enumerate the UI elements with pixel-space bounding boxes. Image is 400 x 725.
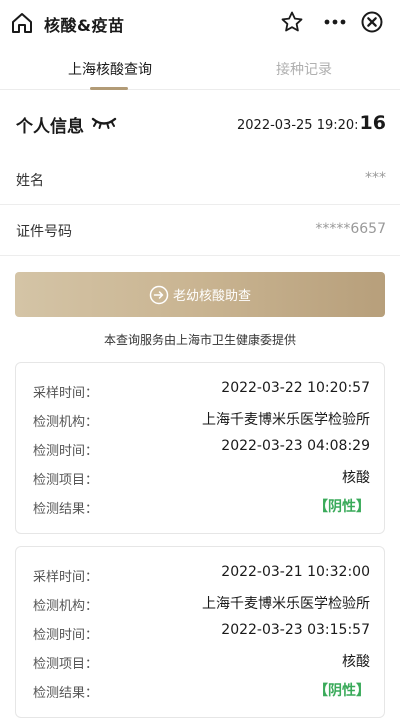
record-key: 采样时间： bbox=[33, 386, 99, 401]
active-tab-indicator bbox=[90, 87, 128, 90]
record-value: 核酸 bbox=[342, 470, 370, 486]
record-key: 检测时间： bbox=[33, 444, 99, 459]
record-value: 2022-03-23 04:08:29 bbox=[221, 438, 370, 454]
record-value: 上海千麦博米乐医学检验所 bbox=[202, 412, 370, 428]
more-icon[interactable] bbox=[322, 10, 348, 34]
record-row-institution: 检测机构： 上海千麦博米乐医学检验所 bbox=[16, 404, 386, 433]
record-value: 2022-03-21 10:32:00 bbox=[221, 564, 370, 580]
result-badge: 【阴性】 bbox=[314, 499, 370, 515]
close-icon[interactable] bbox=[360, 10, 384, 34]
personal-info-title: 个人信息 bbox=[16, 117, 84, 137]
tab-vaccination-record[interactable]: 接种记录 bbox=[276, 59, 332, 79]
test-record-card: 采样时间： 2022-03-21 10:32:00 检测机构： 上海千麦博米乐医… bbox=[15, 546, 385, 718]
current-timestamp: 2022-03-25 19:20: 16 bbox=[237, 112, 386, 134]
result-badge: 【阴性】 bbox=[314, 683, 370, 699]
record-key: 检测机构： bbox=[33, 415, 99, 430]
record-row-sample-time: 采样时间： 2022-03-21 10:32:00 bbox=[16, 559, 386, 588]
query-button-label: 老幼核酸助查 bbox=[172, 289, 251, 304]
field-value: *****6657 bbox=[315, 221, 386, 237]
record-value: 2022-03-23 03:15:57 bbox=[221, 622, 370, 638]
record-value: 上海千麦博米乐医学检验所 bbox=[202, 596, 370, 612]
app-title: 核酸&疫苗 bbox=[44, 16, 125, 35]
eye-closed-icon[interactable] bbox=[90, 113, 118, 131]
record-row-test-time: 检测时间： 2022-03-23 04:08:29 bbox=[16, 433, 386, 462]
timestamp-seconds: 16 bbox=[359, 112, 386, 134]
personal-info-header: 个人信息 2022-03-25 19:20: 16 bbox=[0, 104, 400, 140]
field-value: *** bbox=[365, 170, 386, 186]
record-key: 检测时间： bbox=[33, 628, 99, 643]
provider-note: 本查询服务由上海市卫生健康委提供 bbox=[103, 333, 296, 347]
field-label: 姓名 bbox=[16, 173, 44, 189]
record-row-institution: 检测机构： 上海千麦博米乐医学检验所 bbox=[16, 588, 386, 617]
tab-bar: 上海核酸查询 接种记录 bbox=[0, 46, 400, 90]
record-key: 检测项目： bbox=[33, 473, 99, 488]
record-key: 检测机构： bbox=[33, 599, 99, 614]
tab-shanghai-nucleic-query[interactable]: 上海核酸查询 bbox=[68, 59, 152, 79]
record-value: 2022-03-22 10:20:57 bbox=[221, 380, 370, 396]
record-row-test-item: 检测项目： 核酸 bbox=[16, 462, 386, 491]
timestamp-main: 2022-03-25 19:20: bbox=[237, 118, 359, 133]
record-key: 检测项目： bbox=[33, 657, 99, 672]
record-row-result: 检测结果： 【阴性】 bbox=[16, 675, 386, 704]
login-arrow-icon bbox=[149, 285, 169, 304]
record-row-test-time: 检测时间： 2022-03-23 03:15:57 bbox=[16, 617, 386, 646]
star-icon[interactable] bbox=[280, 10, 304, 34]
record-row-sample-time: 采样时间： 2022-03-22 10:20:57 bbox=[16, 375, 386, 404]
field-row-id-number: 证件号码 *****6657 bbox=[0, 206, 400, 256]
record-key: 检测结果： bbox=[33, 502, 99, 517]
top-bar: 核酸&疫苗 bbox=[0, 0, 400, 46]
field-row-name: 姓名 *** bbox=[0, 155, 400, 205]
record-row-test-item: 检测项目： 核酸 bbox=[16, 646, 386, 675]
record-row-result: 检测结果： 【阴性】 bbox=[16, 491, 386, 520]
record-value: 核酸 bbox=[342, 654, 370, 670]
elder-child-query-button[interactable]: 老幼核酸助查 bbox=[15, 272, 385, 317]
test-record-card: 采样时间： 2022-03-22 10:20:57 检测机构： 上海千麦博米乐医… bbox=[15, 362, 385, 534]
record-key: 检测结果： bbox=[33, 686, 99, 701]
home-icon[interactable] bbox=[10, 11, 34, 35]
field-label: 证件号码 bbox=[16, 224, 72, 240]
record-key: 采样时间： bbox=[33, 570, 99, 585]
